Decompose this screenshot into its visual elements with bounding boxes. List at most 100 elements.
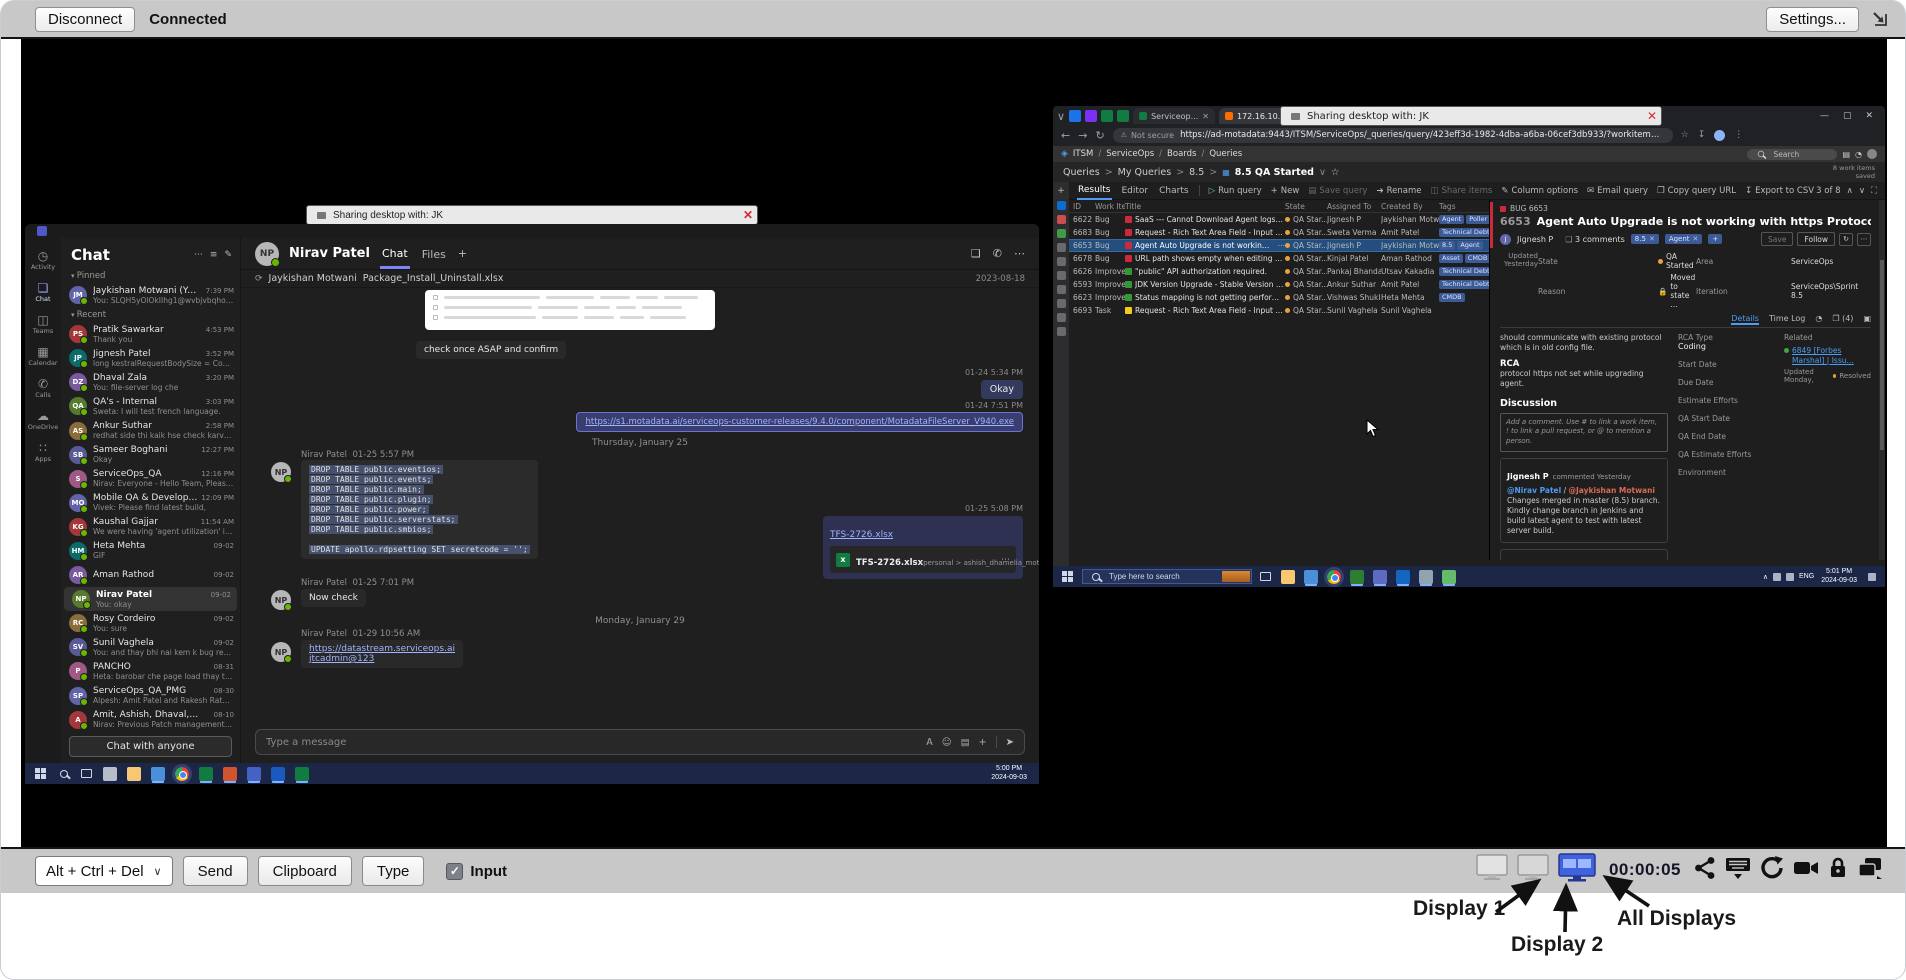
- menu-icon[interactable]: ⋮: [1734, 130, 1743, 140]
- save-button[interactable]: Save: [1761, 232, 1793, 246]
- copy-query-url-button[interactable]: Copy query URL: [1657, 186, 1736, 196]
- more-icon[interactable]: ⋯: [1001, 555, 1010, 565]
- attachments-icon[interactable]: ▣: [1863, 314, 1871, 325]
- lock-icon[interactable]: [1828, 856, 1848, 885]
- keyboard-icon[interactable]: [1725, 856, 1751, 885]
- new-button[interactable]: New: [1271, 186, 1300, 196]
- profile-avatar[interactable]: [1714, 130, 1725, 141]
- settings-button[interactable]: Settings...: [1766, 7, 1859, 32]
- tab-charts[interactable]: Charts: [1158, 183, 1189, 199]
- list-item[interactable]: MQMobile QA & Developers12:09 PMVivek: P…: [61, 491, 240, 515]
- emoji-icon[interactable]: ☺: [942, 737, 952, 748]
- next-item-icon[interactable]: ∨: [1859, 186, 1865, 196]
- notification-icon[interactable]: [1868, 573, 1876, 581]
- table-row[interactable]: 6683BugRequest - Rich Text Area Field - …: [1069, 226, 1489, 239]
- sidebar-item-apps[interactable]: Apps: [25, 438, 61, 467]
- file-preview-card[interactable]: [425, 290, 715, 330]
- not-secure-badge[interactable]: Not secure: [1121, 131, 1174, 140]
- list-item[interactable]: ASAnkur Suthar2:58 PMredhat side thi kai…: [61, 418, 240, 442]
- browser-tab[interactable]: Serviceop...✕: [1133, 108, 1215, 124]
- breadcrumb[interactable]: Queries: [1209, 149, 1242, 159]
- list-item[interactable]: ARAman Rathod09-02: [61, 563, 240, 587]
- url-field[interactable]: Not secure https://ad-motadata:9443/ITSM…: [1113, 128, 1673, 143]
- attach-icon[interactable]: ▤: [961, 737, 970, 748]
- type-button[interactable]: Type: [362, 856, 425, 886]
- column-options-button[interactable]: Column options: [1501, 186, 1578, 196]
- list-item[interactable]: SPServiceOps_QA_PMG08-30Alpesh: Amit Pat…: [61, 684, 240, 708]
- assignee-name[interactable]: Jignesh P: [1517, 235, 1553, 244]
- devops-left-rail[interactable]: +: [1053, 182, 1069, 566]
- links-tab[interactable]: ❐ (4): [1832, 314, 1853, 325]
- run-query-button[interactable]: Run query: [1209, 186, 1262, 196]
- tray-expand-icon[interactable]: ∧: [1763, 573, 1768, 581]
- search-icon[interactable]: [60, 770, 68, 778]
- pinned-tab-outlook-icon[interactable]: [1069, 110, 1081, 122]
- teams-app-icon[interactable]: [247, 767, 261, 781]
- all-displays-button[interactable]: [1558, 853, 1596, 887]
- user-avatar[interactable]: [1867, 149, 1877, 159]
- history-icon[interactable]: ◔: [1815, 314, 1822, 325]
- follow-button[interactable]: Follow: [1797, 232, 1835, 246]
- refresh-icon[interactable]: ↻: [1839, 233, 1853, 246]
- table-row[interactable]: 6693TaskRequest - Rich Text Area Field -…: [1069, 304, 1489, 317]
- sidebar-item-activity[interactable]: Activity: [25, 246, 61, 275]
- system-tray[interactable]: ∧ ENG 5:01 PM2024-09-03: [1763, 568, 1880, 586]
- favorite-star-icon[interactable]: ☆: [1331, 167, 1340, 178]
- breadcrumb[interactable]: 8.5: [1189, 167, 1204, 178]
- remove-tag-icon[interactable]: ✕: [1693, 235, 1699, 243]
- minimize-icon[interactable]: —: [1820, 111, 1829, 121]
- sidebar-item-onedrive[interactable]: OneDrive: [25, 406, 61, 435]
- reload-icon[interactable]: ↻: [1095, 129, 1104, 142]
- tab-search-icon[interactable]: ∨: [1057, 110, 1065, 123]
- pinned-person[interactable]: Jaykishan Motwani: [269, 273, 357, 284]
- forward-icon[interactable]: →: [1078, 129, 1087, 142]
- excel-icon[interactable]: [295, 767, 309, 781]
- share-items-button[interactable]: Share items: [1430, 186, 1492, 196]
- chrome-icon[interactable]: [175, 767, 189, 781]
- email-query-button[interactable]: Email query: [1587, 186, 1648, 196]
- recent-section-label[interactable]: Recent: [61, 307, 240, 322]
- list-item[interactable]: PPANCHO08-31Heta: barobar che page load …: [61, 659, 240, 683]
- list-item[interactable]: RCRosy Cordeiro09-02You: sure: [61, 611, 240, 635]
- app-icon[interactable]: [1373, 570, 1387, 584]
- table-row[interactable]: 6678BugURL path shows empty when editing…: [1069, 252, 1489, 265]
- work-item-title[interactable]: Agent Auto Upgrade is not working with h…: [1537, 215, 1871, 228]
- tag-badge[interactable]: 8.5✕: [1631, 234, 1659, 244]
- call-icon[interactable]: ✆: [993, 247, 1002, 260]
- task-view-icon[interactable]: [1260, 572, 1271, 581]
- filter-icon[interactable]: ≡: [210, 250, 218, 260]
- photos-app-icon[interactable]: [151, 767, 165, 781]
- add-tab-icon[interactable]: +: [458, 247, 467, 260]
- task-view-icon[interactable]: [81, 769, 92, 778]
- taskbar-display1[interactable]: 5:00 PM2024-09-03: [25, 763, 1039, 784]
- send-icon[interactable]: ➤: [1006, 737, 1014, 748]
- send-button[interactable]: Send: [183, 856, 248, 886]
- plus-icon[interactable]: +: [979, 737, 987, 748]
- briefcase-icon[interactable]: ▤: [1842, 150, 1850, 159]
- save-query-button[interactable]: Save query: [1308, 186, 1367, 196]
- message-link[interactable]: https://datastream.serviceops.ai: [309, 644, 455, 654]
- disconnect-button[interactable]: Disconnect: [35, 7, 135, 32]
- table-row[interactable]: 6623Improve...Status mapping is not gett…: [1069, 291, 1489, 304]
- excel-icon[interactable]: [199, 767, 213, 781]
- pinned-section-label[interactable]: Pinned: [61, 268, 240, 283]
- list-item[interactable]: HMHeta Mehta09-02GIF: [61, 539, 240, 563]
- list-item[interactable]: AAmit, Ashish, Dhaval, +408-10Nirav: Pre…: [61, 708, 240, 732]
- tab-close-icon[interactable]: ✕: [1202, 112, 1209, 121]
- table-row[interactable]: 6593Improve...JDK Version Upgrade - Stab…: [1069, 278, 1489, 291]
- search-input[interactable]: Search: [1747, 149, 1837, 160]
- back-icon[interactable]: ←: [1061, 129, 1070, 142]
- input-checkbox[interactable]: [446, 863, 463, 880]
- list-item-selected[interactable]: NPNirav Patel09-02You: okay: [64, 587, 237, 611]
- breadcrumb[interactable]: Boards: [1167, 149, 1196, 159]
- sidebar-item-calendar[interactable]: Calendar: [25, 342, 61, 371]
- tab-chat[interactable]: Chat: [380, 239, 410, 269]
- share-icon[interactable]: [1694, 856, 1716, 885]
- pinned-file[interactable]: Package_Install_Uninstall.xlsx: [363, 273, 504, 284]
- app-icon[interactable]: [1419, 570, 1433, 584]
- remote-app-icon[interactable]: [1396, 570, 1410, 584]
- format-icon[interactable]: A: [926, 737, 933, 748]
- bookmark-star-icon[interactable]: ☆: [1681, 130, 1689, 140]
- comment-input[interactable]: Add a comment. Use # to link a work item…: [1500, 413, 1668, 452]
- list-item[interactable]: DZDhaval Zala3:20 PMYou: file-server log…: [61, 370, 240, 394]
